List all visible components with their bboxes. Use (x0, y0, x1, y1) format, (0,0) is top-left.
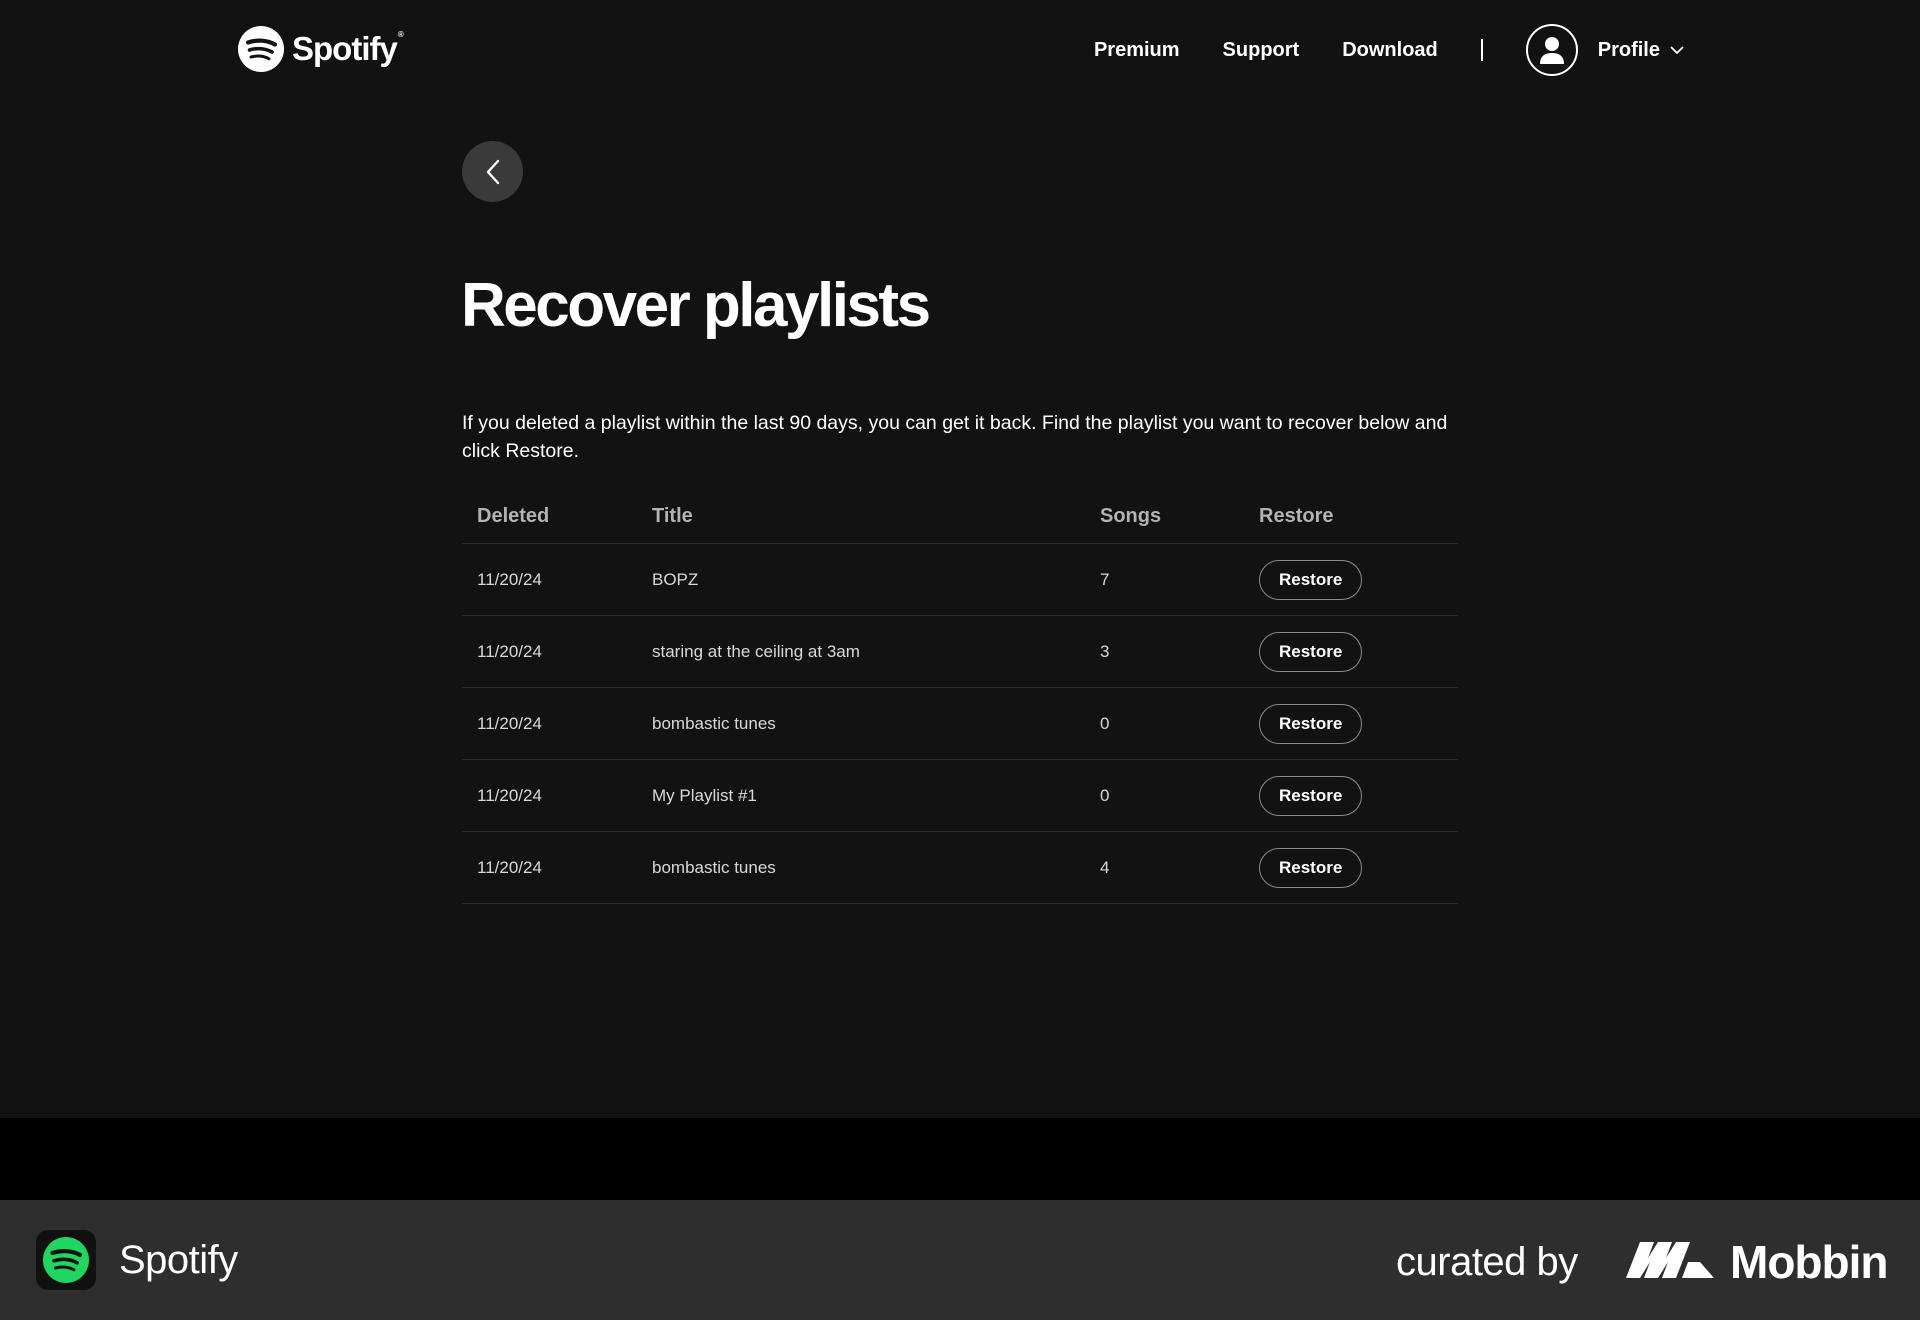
page-description: If you deleted a playlist within the las… (462, 412, 1448, 462)
profile-menu-button[interactable]: Profile (1525, 24, 1684, 76)
nav-premium[interactable]: Premium (1094, 39, 1180, 62)
curated-by-label: curated by (1396, 1240, 1578, 1284)
cell-songs: 4 (1100, 857, 1110, 877)
deleted-playlists-table: Deleted Title Songs Restore 11/20/24 BOP… (462, 490, 1458, 904)
footer-app-name: Spotify (119, 1238, 238, 1282)
back-button[interactable] (462, 141, 523, 202)
column-header-deleted: Deleted (477, 505, 550, 527)
cell-restore: Restore (1259, 775, 1458, 816)
nav-divider (1480, 39, 1483, 61)
app-icon (36, 1230, 96, 1290)
cell-restore: Restore (1259, 847, 1458, 888)
restore-button[interactable]: Restore (1259, 775, 1363, 816)
cell-deleted: 11/20/24 (477, 641, 542, 661)
column-header-restore: Restore (1259, 505, 1334, 527)
restore-button[interactable]: Restore (1259, 631, 1363, 672)
cell-deleted: 11/20/24 (477, 713, 542, 733)
spotify-logo[interactable]: Spotify® (238, 26, 404, 72)
cell-deleted: 11/20/24 (477, 857, 542, 877)
nav-support[interactable]: Support (1223, 39, 1300, 62)
chevron-left-icon (486, 159, 499, 184)
footer-bar: Spotify curated by Mobbin (0, 1200, 1920, 1320)
cell-songs: 0 (1100, 785, 1110, 805)
table-row: 11/20/24 staring at the ceiling at 3am 3… (462, 616, 1458, 688)
main-nav: Premium Support Download Profile (1094, 24, 1684, 76)
table-row: 11/20/24 My Playlist #1 0 Restore (462, 760, 1458, 832)
cell-restore: Restore (1259, 703, 1458, 744)
cell-title: staring at the ceiling at 3am (652, 641, 860, 661)
cell-title: BOPZ (652, 569, 699, 589)
cell-title: bombastic tunes (652, 713, 776, 733)
cell-restore: Restore (1259, 631, 1458, 672)
mobbin-wordmark: Mobbin (1730, 1236, 1888, 1288)
table-row: 11/20/24 bombastic tunes 4 Restore (462, 832, 1458, 904)
cell-songs: 3 (1100, 641, 1110, 661)
profile-label: Profile (1597, 38, 1660, 61)
page: Spotify® Premium Support Download Profil… (0, 0, 1920, 1320)
registered-mark: ® (397, 30, 404, 39)
page-bottom-band (0, 1118, 1920, 1200)
user-icon (1539, 37, 1564, 64)
restore-button[interactable]: Restore (1259, 559, 1363, 600)
column-header-title: Title (652, 505, 693, 527)
cell-deleted: 11/20/24 (477, 785, 542, 805)
restore-button[interactable]: Restore (1259, 703, 1363, 744)
brand-wordmark: Spotify® (292, 30, 404, 67)
mobbin-logo-icon (1626, 1242, 1714, 1278)
page-title: Recover playlists (461, 271, 931, 340)
table-row: 11/20/24 bombastic tunes 0 Restore (462, 688, 1458, 760)
cell-songs: 7 (1100, 569, 1110, 589)
chevron-down-icon (1670, 46, 1684, 55)
top-header: Spotify® Premium Support Download Profil… (0, 0, 1920, 100)
column-header-songs: Songs (1100, 505, 1162, 527)
cell-songs: 0 (1100, 713, 1110, 733)
spotify-logo-icon (238, 26, 284, 72)
cell-restore: Restore (1259, 559, 1458, 600)
restore-button[interactable]: Restore (1259, 847, 1363, 888)
cell-title: bombastic tunes (652, 857, 776, 877)
avatar (1525, 24, 1578, 76)
cell-title: My Playlist #1 (652, 785, 757, 805)
table-header-row: Deleted Title Songs Restore (462, 490, 1458, 544)
table-row: 11/20/24 BOPZ 7 Restore (462, 544, 1458, 616)
nav-download[interactable]: Download (1342, 39, 1438, 62)
cell-deleted: 11/20/24 (477, 569, 542, 589)
spotify-app-icon (43, 1237, 89, 1283)
